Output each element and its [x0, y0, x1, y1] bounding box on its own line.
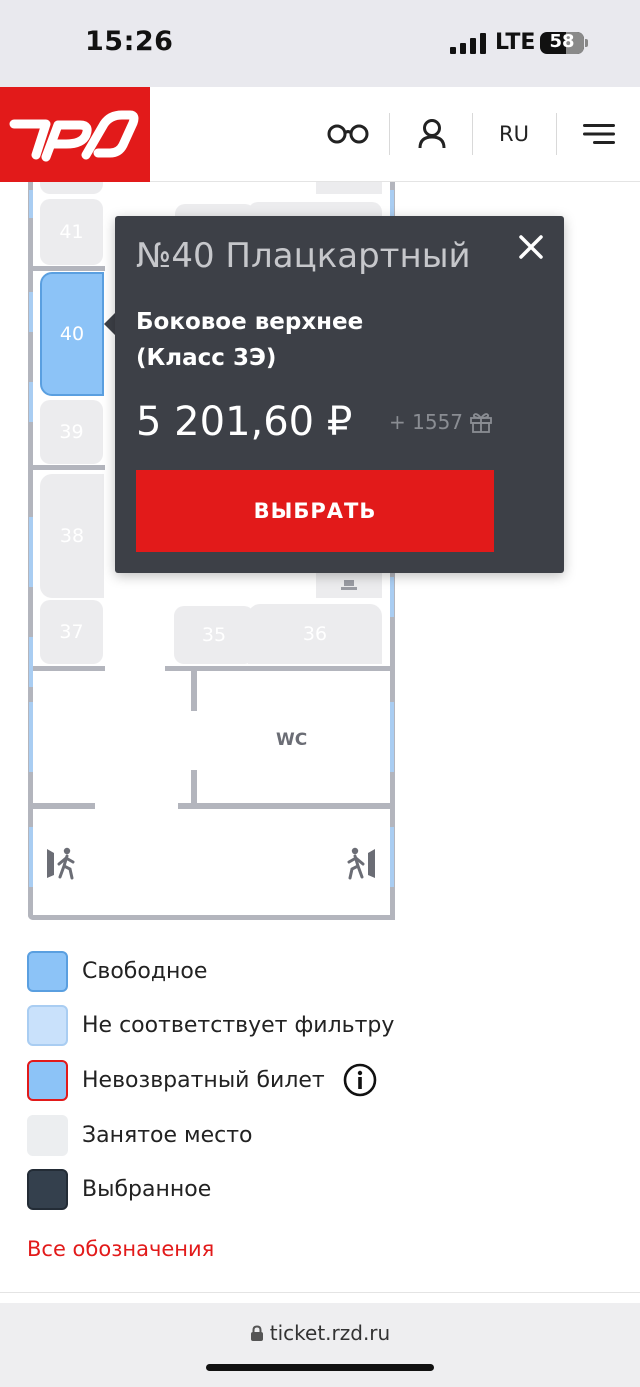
popup-title: №40 Плацкартный: [136, 236, 471, 276]
seat-price: 5 201,60 ₽: [136, 399, 353, 445]
window: [29, 702, 33, 772]
window: [29, 517, 33, 587]
glasses-icon: [327, 124, 369, 144]
menu-icon: [583, 124, 615, 144]
wc-wall: [191, 770, 197, 806]
window: [390, 827, 394, 887]
close-button[interactable]: [514, 230, 548, 264]
legend-label: Свободное: [82, 958, 208, 984]
divider: [33, 266, 105, 271]
seat-39[interactable]: 39: [40, 400, 103, 464]
seat-number: 40: [59, 323, 85, 345]
wc-wall: [191, 671, 197, 711]
legend-swatch-selected: [27, 1168, 68, 1210]
home-indicator[interactable]: [206, 1364, 434, 1371]
status-bar: 15:26 LTE 58: [0, 0, 640, 87]
select-seat-button[interactable]: ВЫБРАТЬ: [136, 470, 494, 552]
legend-label: Выбранное: [82, 1176, 212, 1202]
url-text: ticket.rzd.ru: [269, 1321, 391, 1345]
legend-swatch-occupied: [27, 1114, 68, 1156]
legend-label: Занятое место: [82, 1122, 253, 1148]
legend-item: Не соответствует фильтру: [27, 1004, 394, 1046]
seat-partial: [40, 182, 103, 194]
vestibule-wall: [33, 803, 95, 809]
header-divider: [472, 113, 473, 155]
rzd-logo[interactable]: [0, 87, 150, 182]
browser-url-bar: ticket.rzd.ru: [0, 1303, 640, 1387]
header-divider: [556, 113, 557, 155]
wc-label: WC: [276, 730, 308, 750]
profile-icon: [418, 119, 446, 149]
menu-button[interactable]: [576, 109, 622, 159]
seat-popup: №40 Плацкартный Боковое верхнее (Класс 3…: [115, 216, 564, 573]
bonus-points: + 1557: [389, 410, 493, 434]
legend-swatch-filtered: [27, 1004, 68, 1046]
table-icon: [341, 580, 357, 590]
legend-swatch-nonrefundable: [27, 1059, 68, 1101]
seat-description: Боковое верхнее (Класс 3Э): [136, 304, 363, 376]
wc-wall: [178, 803, 390, 809]
legend-label: Невозвратный билет: [82, 1067, 325, 1093]
table: [316, 572, 382, 598]
legend-item: Невозвратный билет: [27, 1059, 377, 1101]
seat-number: 35: [201, 624, 227, 646]
window: [29, 382, 33, 422]
window: [29, 637, 33, 687]
signal-icon: [450, 32, 488, 54]
seat-number: 37: [59, 621, 84, 643]
header-divider: [389, 113, 390, 155]
seat-number: 38: [59, 525, 85, 547]
accessibility-button[interactable]: [322, 109, 374, 159]
window: [390, 702, 394, 772]
seat-37[interactable]: 37: [40, 600, 103, 664]
window: [29, 827, 33, 887]
profile-button[interactable]: [406, 109, 458, 159]
car-wall-bottom: [28, 915, 395, 920]
rzd-logo-mark: [9, 110, 139, 162]
all-legend-link[interactable]: Все обозначения: [27, 1237, 214, 1261]
divider: [0, 1292, 640, 1293]
seat-41[interactable]: 41: [40, 199, 103, 265]
legend-item: Выбранное: [27, 1168, 211, 1210]
bonus-value: + 1557: [389, 410, 464, 434]
seat-partial: [316, 182, 382, 194]
language-switch[interactable]: RU: [488, 109, 540, 159]
seat-type: Боковое верхнее: [136, 309, 364, 335]
seat-40[interactable]: 40: [40, 272, 104, 396]
close-icon: [519, 235, 543, 259]
battery-icon: 58: [540, 31, 584, 54]
seat-number: 36: [302, 623, 328, 645]
language-label: RU: [499, 122, 529, 146]
seat-35[interactable]: 35: [174, 606, 254, 664]
divider: [33, 666, 105, 671]
exit-right-icon: [347, 847, 375, 880]
divider: [33, 465, 105, 470]
seat-number: 39: [59, 421, 84, 443]
window: [390, 577, 394, 617]
gift-icon: [470, 413, 492, 433]
seat-38[interactable]: 38: [40, 474, 104, 598]
divider: [165, 666, 390, 671]
seat-number: 41: [59, 221, 84, 243]
info-icon[interactable]: [343, 1063, 377, 1097]
legend-label: Не соответствует фильтру: [82, 1012, 395, 1038]
site-header: RU: [0, 87, 640, 182]
seat-class: (Класс 3Э): [136, 345, 277, 371]
battery-tip: [585, 39, 588, 47]
lock-icon: [250, 1325, 263, 1341]
window: [29, 292, 33, 332]
battery-level: 58: [549, 31, 575, 52]
legend-swatch-free: [27, 950, 68, 992]
clock: 15:26: [85, 26, 174, 57]
window: [29, 190, 33, 218]
legend-item: Свободное: [27, 950, 207, 992]
exit-left-icon: [47, 847, 75, 880]
address-bar[interactable]: ticket.rzd.ru: [0, 1321, 640, 1345]
seat-36[interactable]: 36: [248, 604, 382, 664]
network-type: LTE: [495, 30, 536, 55]
legend-item: Занятое место: [27, 1114, 253, 1156]
